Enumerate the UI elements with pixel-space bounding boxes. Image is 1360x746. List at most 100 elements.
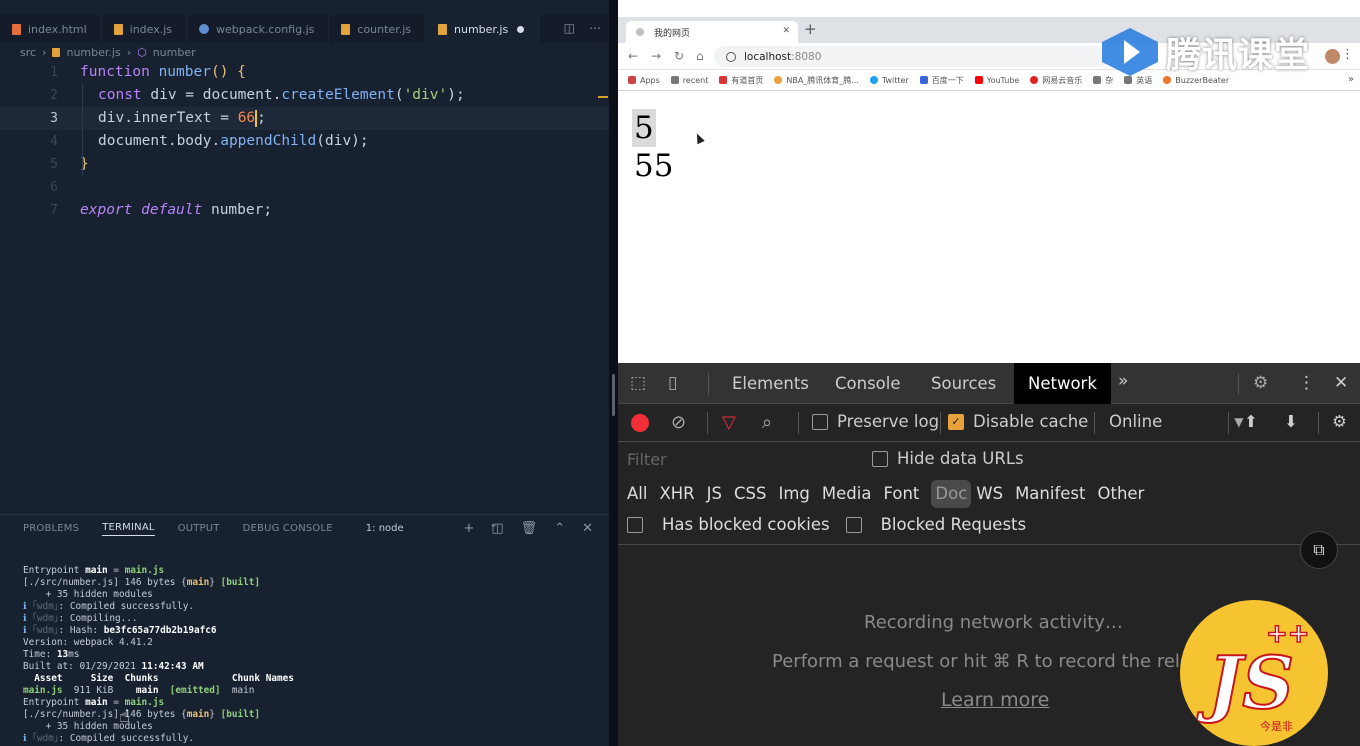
code-editor: index.html index.js webpack.config.js co… <box>0 0 609 746</box>
url-port: :8080 <box>791 50 822 63</box>
breadcrumb-file[interactable]: number.js <box>66 46 120 59</box>
bookmark-netease[interactable]: 网易云音乐 <box>1030 75 1082 86</box>
line-number: 3 <box>50 111 58 126</box>
watermark-text: 腾讯课堂 <box>1166 35 1311 76</box>
chevron-right-icon: › <box>126 46 132 59</box>
url-field[interactable]: localhost:8080 <box>714 46 1109 67</box>
tab-index-html[interactable]: index.html <box>0 15 102 43</box>
blocked-requests-checkbox[interactable] <box>845 516 862 533</box>
split-terminal-icon[interactable]: ◫ <box>491 521 503 536</box>
back-icon[interactable]: ← <box>628 49 638 63</box>
browser-menu-icon[interactable]: ⋮ <box>1341 47 1354 62</box>
folder-icon <box>670 76 679 84</box>
term-text: be3fc65a77db2b19afc6 <box>103 625 217 636</box>
device-toolbar-icon[interactable]: ▯ <box>668 373 677 393</box>
close-tab-icon[interactable]: ✕ <box>782 26 790 36</box>
type-manifest[interactable]: Manifest <box>1015 480 1092 508</box>
checkmark-icon: ✓ <box>948 413 964 430</box>
tab-number-js[interactable]: number.js <box>426 15 540 43</box>
code-area[interactable]: 1 function number() { 2 const div = docume… <box>0 61 609 222</box>
tab-webpack-config[interactable]: webpack.config.js <box>187 15 330 43</box>
code-line: 6 <box>0 176 609 199</box>
term-text: ｢wdm｣ <box>32 613 59 624</box>
has-blocked-cookies-checkbox[interactable] <box>627 516 643 533</box>
bookmark-recent[interactable]: recent <box>670 76 708 85</box>
bookmark-twitter[interactable]: Twitter <box>869 76 909 85</box>
type-all[interactable]: All <box>627 480 654 508</box>
type-img[interactable]: Img <box>778 480 816 508</box>
bookmark-youtube[interactable]: YouTube <box>974 76 1019 85</box>
learn-more-link[interactable]: Learn more <box>941 689 1049 711</box>
type-ws[interactable]: WS <box>976 480 1010 508</box>
filter-input[interactable]: Filter <box>627 450 667 469</box>
record-button[interactable] <box>631 414 649 432</box>
type-other[interactable]: Other <box>1097 480 1151 508</box>
reload-icon[interactable]: ↻ <box>674 49 684 63</box>
home-icon[interactable]: ⌂ <box>696 49 704 63</box>
tab-index-js[interactable]: index.js <box>102 15 188 43</box>
bookmark-baidu[interactable]: 百度一下 <box>919 75 964 86</box>
chevron-up-icon[interactable]: ⌃ <box>554 521 565 536</box>
bookmark-label: Apps <box>640 75 660 85</box>
close-icon[interactable]: ✕ <box>1334 373 1348 393</box>
tab-network[interactable]: Network <box>1014 363 1111 404</box>
line-number: 5 <box>50 157 58 172</box>
bookmark-youdao[interactable]: 有道首页 <box>719 75 763 86</box>
type-media[interactable]: Media <box>822 480 879 508</box>
trash-icon[interactable]: 🗑 <box>521 521 538 536</box>
tab-problems[interactable]: PROBLEMS <box>23 523 79 534</box>
window-splitter[interactable] <box>609 0 618 746</box>
terminal-output[interactable]: Entrypoint main = main.js [./src/number.… <box>23 565 294 745</box>
info-icon: ℹ <box>23 601 33 612</box>
unsaved-dot-icon[interactable] <box>517 25 525 33</box>
more-tabs-icon[interactable]: » <box>1118 371 1128 391</box>
tab-output[interactable]: OUTPUT <box>178 523 220 534</box>
tab-sources[interactable]: Sources <box>917 363 1010 404</box>
term-text: } <box>209 577 221 588</box>
tab-elements[interactable]: Elements <box>718 363 823 404</box>
divider <box>707 412 708 434</box>
picture-in-picture-icon[interactable]: ⧉ <box>1300 531 1338 569</box>
bookmark-apps[interactable]: Apps <box>628 76 660 85</box>
plus-icon[interactable]: + <box>463 521 474 536</box>
gear-icon[interactable]: ⚙ <box>1253 373 1268 393</box>
forward-icon[interactable]: → <box>651 49 661 63</box>
close-icon[interactable]: ✕ <box>582 521 593 536</box>
type-font[interactable]: Font <box>883 480 926 508</box>
resource-type-filters: All XHR JS CSS Img Media Font Doc WS Man… <box>627 480 1156 508</box>
avatar[interactable] <box>1325 49 1340 64</box>
tab-counter-js[interactable]: counter.js <box>329 15 426 43</box>
more-options-icon[interactable]: ⋮ <box>1298 373 1315 393</box>
type-css[interactable]: CSS <box>734 480 773 508</box>
bookmark-nba[interactable]: NBA_腾讯体育_腾... <box>774 75 859 86</box>
tab-terminal[interactable]: TERMINAL <box>102 522 155 536</box>
network-settings-icon[interactable]: ⚙ <box>1332 412 1347 431</box>
more-actions-icon[interactable]: ⋯ <box>589 21 601 35</box>
search-icon[interactable]: ⌕ <box>762 412 772 433</box>
export-har-icon[interactable]: ⬇ <box>1284 412 1298 431</box>
type-js[interactable]: JS <box>707 480 729 508</box>
filter-icon[interactable]: ▽ <box>722 412 736 433</box>
clear-icon[interactable]: ⊘ <box>671 412 686 433</box>
tab-console[interactable]: Console <box>821 363 915 404</box>
term-text: main <box>85 697 108 708</box>
panel-tabs: PROBLEMS TERMINAL OUTPUT DEBUG CONSOLE 1… <box>0 514 609 542</box>
preserve-log-checkbox[interactable]: Preserve log <box>812 412 939 431</box>
breadcrumb-symbol[interactable]: number <box>153 46 196 59</box>
browser-tab[interactable]: 我的网页 ✕ <box>626 21 798 43</box>
hide-data-urls-checkbox[interactable]: Hide data URLs <box>872 449 1024 468</box>
tab-debug-console[interactable]: DEBUG CONSOLE <box>243 523 333 534</box>
disable-cache-checkbox[interactable]: ✓ Disable cache <box>948 412 1088 431</box>
web-page: 5 55 <box>618 92 1360 363</box>
type-doc[interactable]: Doc <box>931 480 972 508</box>
throttle-select[interactable]: Online ▼ <box>1109 412 1243 431</box>
breadcrumb-folder[interactable]: src <box>20 46 36 59</box>
split-editor-icon[interactable]: ◫ <box>564 21 575 35</box>
import-har-icon[interactable]: ⬆ <box>1244 412 1258 431</box>
type-xhr[interactable]: XHR <box>659 480 701 508</box>
new-tab-icon[interactable]: + <box>804 20 817 38</box>
more-bookmarks-icon[interactable]: » <box>1348 74 1354 85</box>
js-file-icon <box>52 48 61 57</box>
tab-label: webpack.config.js <box>216 22 315 36</box>
inspect-element-icon[interactable]: ⬚ <box>630 373 646 393</box>
